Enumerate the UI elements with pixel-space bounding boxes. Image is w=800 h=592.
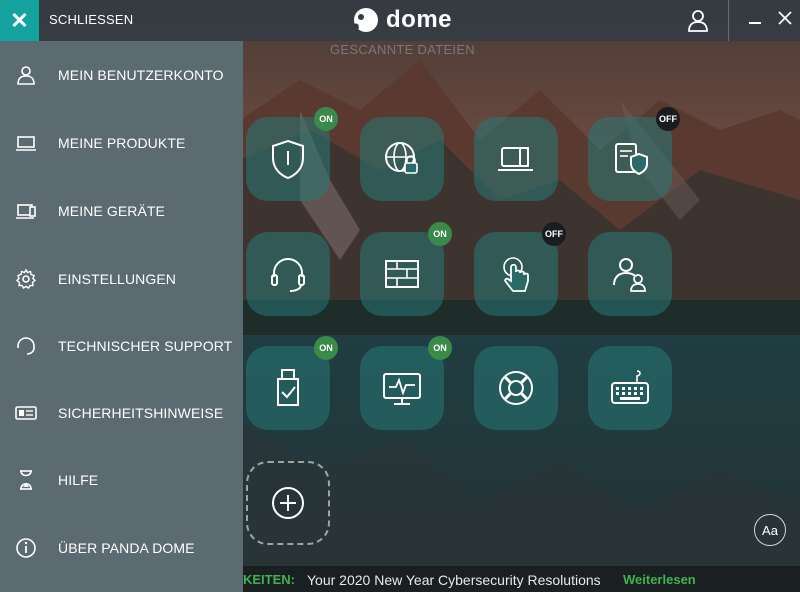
menu-item-help[interactable]: HILFE [0, 457, 243, 503]
menu-item-settings[interactable]: EINSTELLUNGEN [0, 256, 243, 302]
status-badge: OFF [656, 107, 680, 131]
shield-icon [272, 139, 304, 180]
title-bar: ✕ SCHLIESSEN dome [0, 0, 800, 41]
menu-item-label: MEINE GERÄTE [58, 203, 165, 219]
globe-lock-icon [385, 142, 418, 174]
logo-text: dome [386, 6, 453, 33]
menu-item-label: MEIN BENUTZERKONTO [58, 67, 224, 83]
hourglass-icon [20, 470, 32, 490]
font-size-button[interactable]: Aa [754, 514, 786, 546]
info-icon [16, 538, 36, 558]
touch-icon [503, 257, 529, 292]
menu-item-security-notices[interactable]: SICHERHEITSHINWEISE [0, 390, 243, 436]
status-badge: OFF [542, 222, 566, 246]
minimize-button[interactable] [747, 10, 763, 28]
close-icon: ✕ [10, 7, 29, 33]
user-account-button[interactable] [684, 6, 712, 34]
tile-family[interactable] [588, 232, 672, 316]
tile-firewall[interactable]: ON [360, 222, 452, 316]
menu-item-about[interactable]: ÜBER PANDA DOME [0, 525, 243, 571]
menu-item-account[interactable]: MEIN BENUTZERKONTO [0, 52, 243, 98]
news-headline[interactable]: Your 2020 New Year Cybersecurity Resolut… [307, 572, 601, 588]
status-badge: ON [428, 336, 452, 360]
user-icon [17, 66, 35, 85]
headset-icon [271, 258, 305, 292]
menu-item-label: TECHNISCHER SUPPORT [58, 338, 233, 354]
panda-logo-icon [354, 8, 378, 32]
side-menu: MEIN BENUTZERKONTO MEINE PRODUKTE MEINE … [0, 41, 243, 592]
menu-item-label: HILFE [58, 472, 99, 488]
tile-data-shield[interactable]: OFF [588, 107, 680, 201]
titlebar-divider [728, 0, 729, 41]
usb-icon [277, 369, 299, 406]
tile-keyboard[interactable] [588, 346, 672, 430]
laptop-icon [16, 136, 36, 151]
devices-icon [16, 204, 36, 219]
plus-circle-icon [272, 487, 304, 519]
status-badge: ON [314, 336, 338, 360]
user-icon [688, 10, 708, 32]
tile-monitor[interactable]: ON [360, 336, 452, 430]
monitor-pulse-icon [383, 373, 421, 405]
headset-icon [17, 337, 35, 355]
user-shield-icon [613, 258, 646, 292]
menu-item-label: MEINE PRODUKTE [58, 135, 186, 151]
add-tile-button[interactable] [246, 461, 330, 545]
close-icon [778, 11, 792, 25]
lifebuoy-icon [499, 371, 533, 405]
menu-item-devices[interactable]: MEINE GERÄTE [0, 188, 243, 234]
app-logo: dome [352, 5, 452, 35]
menu-item-products[interactable]: MEINE PRODUKTE [0, 120, 243, 166]
status-badge: ON [314, 107, 338, 131]
tile-touch[interactable]: OFF [474, 222, 566, 316]
firewall-icon [385, 260, 419, 288]
menu-item-label: SICHERHEITSHINWEISE [58, 405, 224, 421]
scanned-files-label: GESCANNTE DATEIEN [330, 42, 475, 57]
read-more-link[interactable]: Weiterlesen [623, 572, 696, 587]
tile-support[interactable] [246, 232, 330, 316]
laptop-icon [498, 147, 533, 171]
status-badge: ON [428, 222, 452, 246]
menu-item-label: EINSTELLUNGEN [58, 271, 176, 287]
data-shield-icon [615, 143, 648, 176]
tile-usb[interactable]: ON [246, 336, 338, 430]
gear-icon [15, 268, 37, 289]
close-menu-label[interactable]: SCHLIESSEN [49, 12, 133, 27]
menu-item-label: ÜBER PANDA DOME [58, 540, 195, 556]
window-close-button[interactable] [776, 9, 794, 27]
tile-rescue[interactable] [474, 346, 558, 430]
news-tag: KEITEN: [243, 572, 295, 587]
tile-antivirus[interactable]: ON [246, 107, 338, 201]
tile-laptop[interactable] [474, 117, 558, 201]
menu-item-tech-support[interactable]: TECHNISCHER SUPPORT [0, 323, 243, 369]
tile-web-protection[interactable] [360, 117, 444, 201]
news-bar: KEITEN: Your 2020 New Year Cybersecurity… [243, 566, 800, 592]
alert-card-icon [15, 406, 37, 420]
keyboard-icon [611, 370, 649, 404]
close-menu-button[interactable]: ✕ [0, 0, 39, 41]
